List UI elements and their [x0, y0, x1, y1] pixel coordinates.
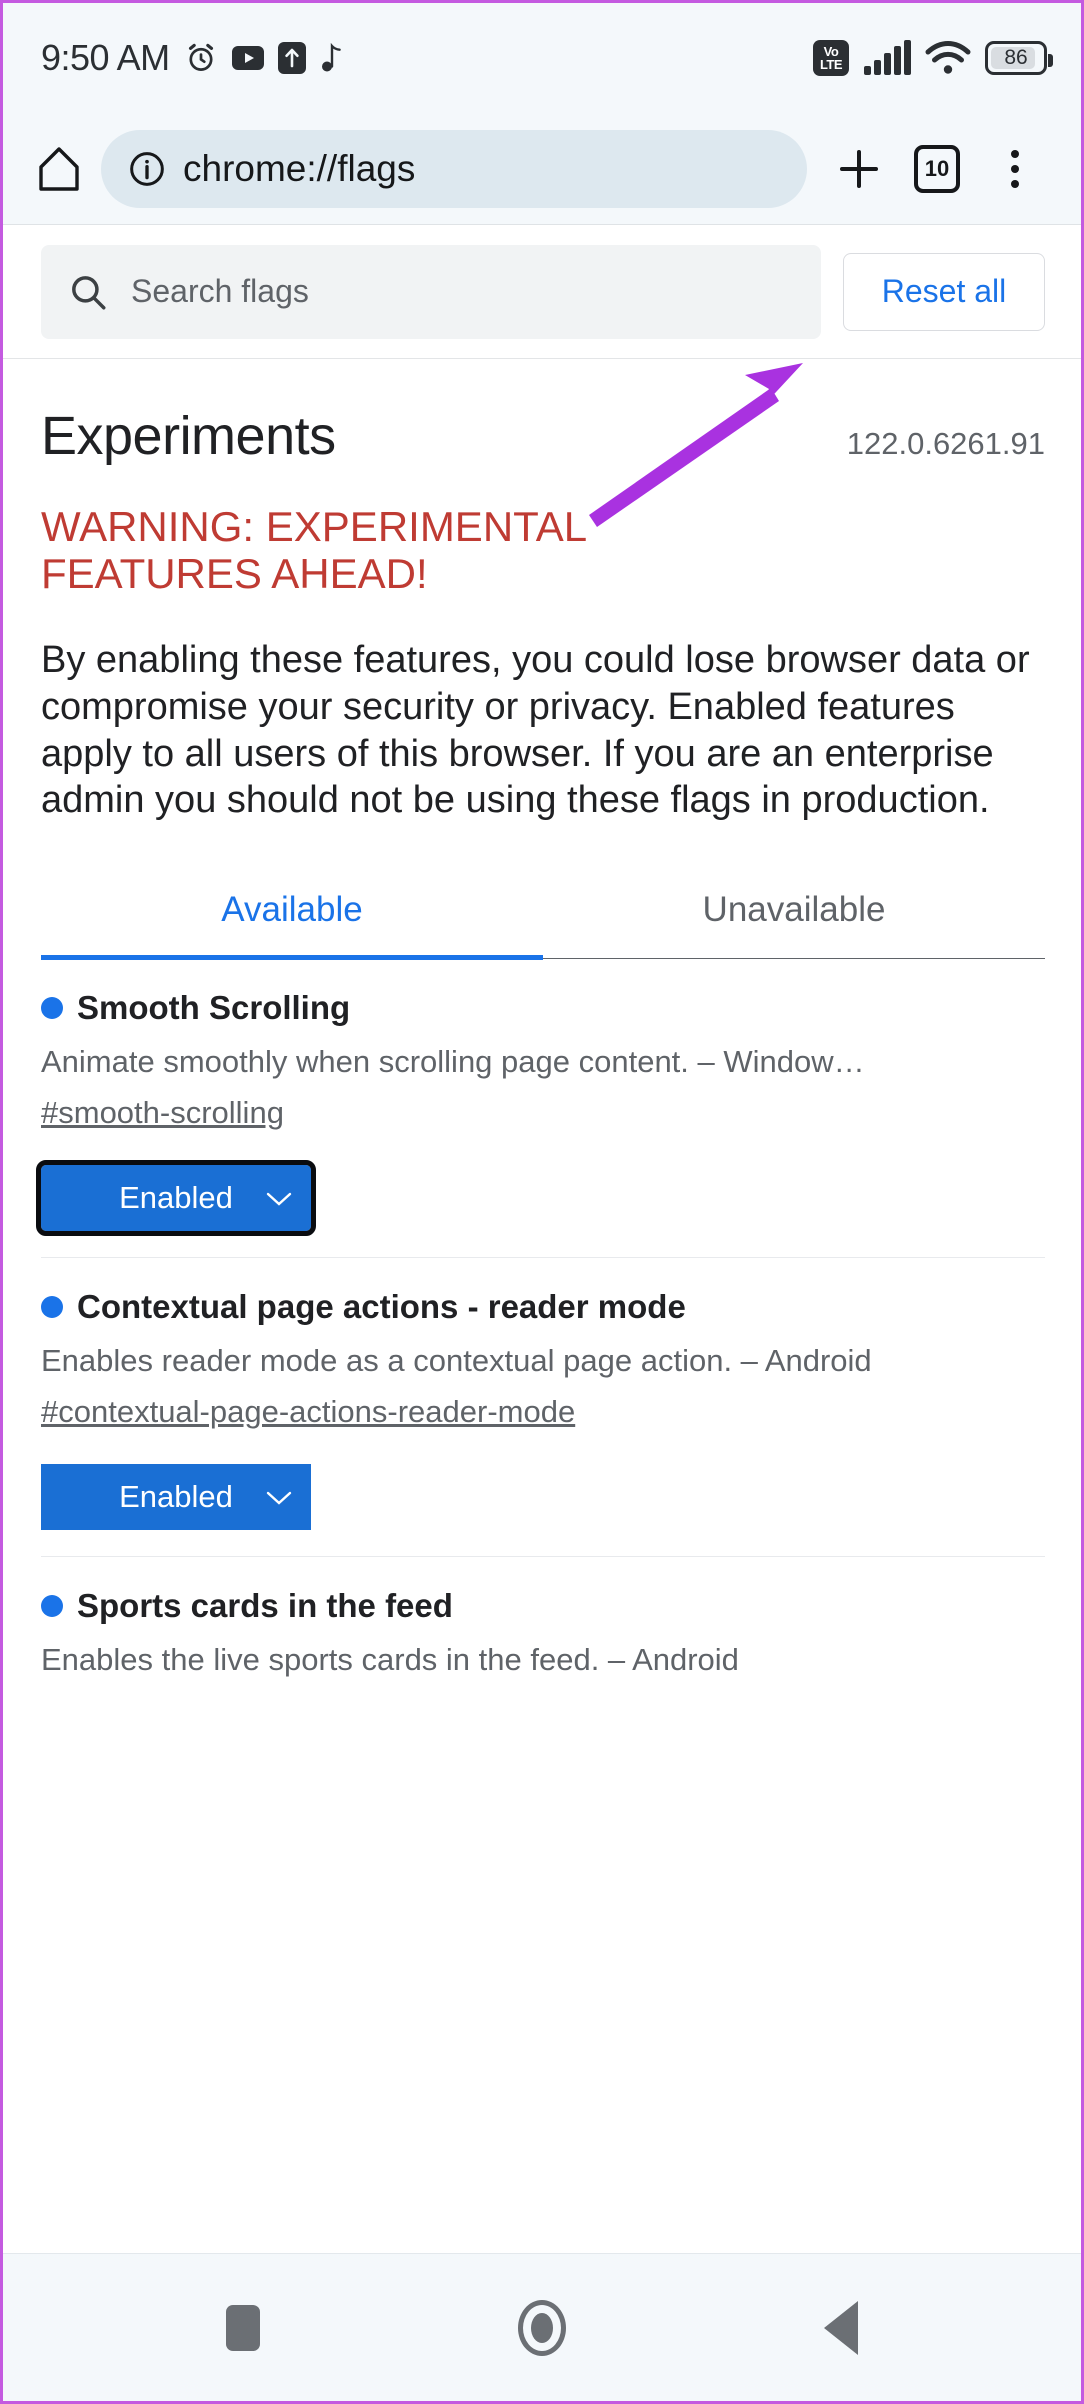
status-bar-right: Vo LTE 86: [813, 40, 1053, 76]
flag-title: Contextual page actions - reader mode: [77, 1288, 686, 1325]
flag-state-dropdown[interactable]: Enabled: [41, 1464, 311, 1530]
three-dot-menu-icon: [1011, 149, 1019, 188]
flag-title: Smooth Scrolling: [77, 989, 351, 1026]
wifi-icon: [925, 40, 971, 76]
phone-screen: 9:50 AM Vo LTE 86 chrome://flags 10 Sear…: [0, 0, 1084, 2404]
tiktok-note-icon: [320, 42, 342, 74]
tab-count-badge: 10: [914, 144, 960, 193]
volte-bottom: LTE: [819, 57, 843, 72]
chevron-down-icon: [265, 1479, 293, 1515]
chevron-down-icon: [265, 1180, 293, 1216]
flag-item: Sports cards in the feed Enables the liv…: [41, 1557, 1045, 1704]
battery-icon: 86: [985, 41, 1053, 75]
status-bar: 9:50 AM Vo LTE 86: [3, 3, 1081, 113]
plus-icon: [834, 144, 884, 194]
new-tab-button[interactable]: [823, 133, 895, 205]
flags-tabs: Available Unavailable: [41, 878, 1045, 960]
alarm-clock-icon: [184, 41, 218, 75]
browser-toolbar: chrome://flags 10: [3, 113, 1081, 225]
flag-status-dot-icon: [41, 1595, 63, 1617]
flag-title: Sports cards in the feed: [77, 1587, 453, 1624]
recent-apps-button[interactable]: [188, 2283, 298, 2373]
home-button[interactable]: [23, 133, 95, 205]
flag-item: Smooth Scrolling Animate smoothly when s…: [36, 959, 1045, 1258]
flag-title-row: Contextual page actions - reader mode: [41, 1288, 1045, 1326]
battery-level: 86: [1004, 46, 1028, 69]
flag-title-row: Sports cards in the feed: [41, 1587, 1045, 1625]
tab-unavailable[interactable]: Unavailable: [543, 878, 1045, 958]
warning-text: WARNING: EXPERIMENTAL FEATURES AHEAD!: [41, 503, 586, 598]
flag-state-dropdown[interactable]: Enabled: [36, 1160, 316, 1236]
experiments-header: Experiments 122.0.6261.91: [41, 359, 1045, 467]
flag-state-label: Enabled: [119, 1180, 233, 1215]
url-text: chrome://flags: [183, 147, 416, 189]
search-input[interactable]: Search flags: [41, 244, 821, 339]
flag-description: Enables reader mode as a contextual page…: [41, 1343, 872, 1378]
search-icon: [67, 271, 109, 313]
status-time: 9:50 AM: [41, 37, 170, 78]
back-triangle-icon: [824, 2300, 859, 2355]
recent-apps-square-icon: [225, 2304, 260, 2351]
back-nav-button[interactable]: [786, 2283, 896, 2373]
tab-available[interactable]: Available: [41, 878, 543, 960]
reset-all-button[interactable]: Reset all: [843, 252, 1045, 331]
info-circle-icon[interactable]: [127, 149, 167, 189]
android-nav-bar: [3, 2253, 1081, 2401]
url-bar[interactable]: chrome://flags: [101, 129, 807, 208]
tab-switcher-button[interactable]: 10: [901, 133, 973, 205]
flags-content: Experiments 122.0.6261.91 WARNING: EXPER…: [3, 359, 1081, 1704]
flag-state-label: Enabled: [119, 1479, 233, 1514]
flag-description: Enables the live sports cards in the fee…: [41, 1642, 739, 1677]
flags-search-row: Search flags Reset all: [3, 225, 1081, 359]
volte-icon: Vo LTE: [813, 40, 849, 76]
menu-button[interactable]: [979, 133, 1051, 205]
chrome-version: 122.0.6261.91: [846, 426, 1045, 461]
search-placeholder: Search flags: [131, 273, 309, 309]
flag-description: Animate smoothly when scrolling page con…: [41, 1044, 865, 1079]
flag-status-dot-icon: [41, 997, 63, 1019]
cellular-signal-icon: [863, 40, 911, 76]
home-icon: [37, 145, 81, 193]
status-bar-left: 9:50 AM: [41, 37, 342, 79]
page-title: Experiments: [41, 406, 336, 466]
upload-icon: [277, 42, 306, 74]
home-circle-icon: [517, 2299, 566, 2356]
flag-anchor-link[interactable]: #smooth-scrolling: [41, 1095, 284, 1131]
flag-status-dot-icon: [41, 1296, 63, 1318]
youtube-icon: [231, 46, 264, 70]
flag-item: Contextual page actions - reader mode En…: [41, 1258, 1045, 1557]
flag-title-row: Smooth Scrolling: [41, 989, 1045, 1027]
experiments-description: By enabling these features, you could lo…: [41, 639, 1030, 822]
home-nav-button[interactable]: [487, 2283, 597, 2373]
flag-anchor-link[interactable]: #contextual-page-actions-reader-mode: [41, 1394, 575, 1430]
